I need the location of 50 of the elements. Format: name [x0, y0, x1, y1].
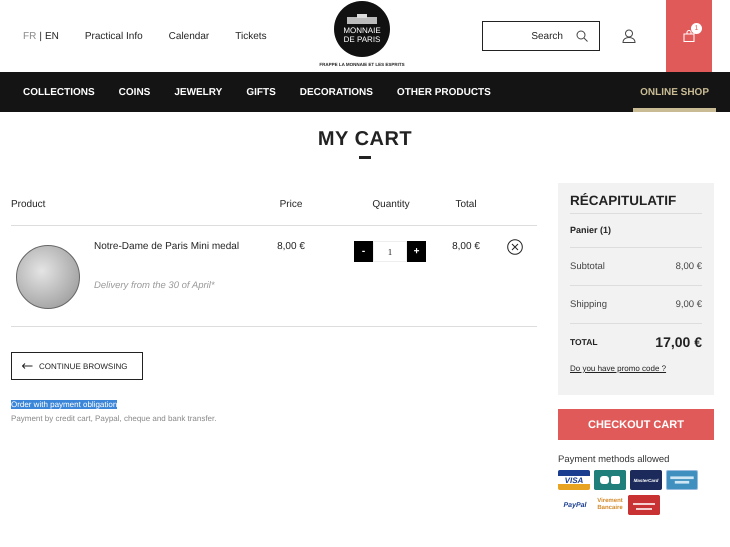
total-value: 17,00 €	[655, 334, 702, 350]
cb-card-logo	[594, 470, 626, 490]
user-account-icon[interactable]	[622, 29, 636, 43]
notice-text: Payment by credit cart, Paypal, cheque and bank transfer.	[11, 414, 218, 423]
cheque-logo	[628, 495, 660, 515]
language-separator: |	[39, 30, 42, 42]
unit-price: 8,00 €	[276, 241, 306, 254]
visa-card-logo: VISA	[558, 470, 590, 490]
search-icon[interactable]	[576, 30, 588, 42]
summary-title: RÉCAPITULATIF	[570, 193, 702, 214]
column-header: Price	[278, 198, 304, 210]
cart-count-label: Panier (1)	[570, 214, 702, 248]
header-link[interactable]: Practical Info	[84, 30, 143, 42]
shopping-bag-icon	[683, 30, 695, 42]
total-label: TOTAL	[570, 337, 598, 347]
search-field[interactable]: Search	[482, 21, 600, 51]
language-link[interactable]: FR	[23, 30, 36, 42]
nav-item[interactable]: COLLECTIONS	[23, 72, 95, 112]
quantity-field[interactable]: 1	[373, 241, 407, 262]
left-arrow-icon	[22, 363, 33, 369]
summary-value: 9,00 €	[676, 299, 702, 310]
amex-card-logo	[666, 470, 698, 490]
payment-methods-title: Payment methods allowed	[558, 454, 670, 465]
decrease-button[interactable]: -	[354, 241, 373, 262]
notice-title: Order with payment obligation	[11, 400, 118, 409]
nav-item[interactable]: DECORATIONS	[300, 72, 373, 112]
language-link[interactable]: EN	[44, 30, 59, 42]
nav-item[interactable]: ONLINE SHOP	[633, 72, 716, 112]
nav-item[interactable]: GIFTS	[246, 72, 276, 112]
nav-item[interactable]: COINS	[118, 72, 150, 112]
product-name[interactable]: Notre-Dame de Paris Mini medal	[94, 241, 241, 252]
continue-browsing-button[interactable]: CONTINUE BROWSING	[11, 352, 143, 380]
header-link[interactable]: Calendar	[168, 30, 210, 42]
summary-value: 8,00 €	[676, 261, 702, 272]
summary-label: Subtotal	[570, 261, 605, 272]
column-header: Product	[11, 198, 46, 210]
nav-item[interactable]: OTHER PRODUCTS	[396, 72, 491, 112]
mint-logo[interactable]: MONNAIE DE PARIS	[334, 1, 390, 57]
delivery-note: Delivery from the 30 of April*	[94, 280, 216, 291]
remove-icon[interactable]	[507, 239, 523, 255]
header-link[interactable]: Tickets	[235, 30, 267, 42]
column-header: Total	[454, 198, 478, 210]
promo-code-link[interactable]: Do you have promo code ?	[570, 364, 666, 373]
nav-item[interactable]: JEWELRY	[174, 72, 222, 112]
increase-button[interactable]: +	[407, 241, 426, 262]
line-total: 8,00 €	[451, 241, 481, 254]
column-header: Quantity	[371, 198, 411, 210]
page-title: MY CART	[316, 128, 414, 151]
checkout-button[interactable]: CHECKOUT CART	[558, 409, 714, 440]
summary-label: Shipping	[570, 299, 607, 310]
